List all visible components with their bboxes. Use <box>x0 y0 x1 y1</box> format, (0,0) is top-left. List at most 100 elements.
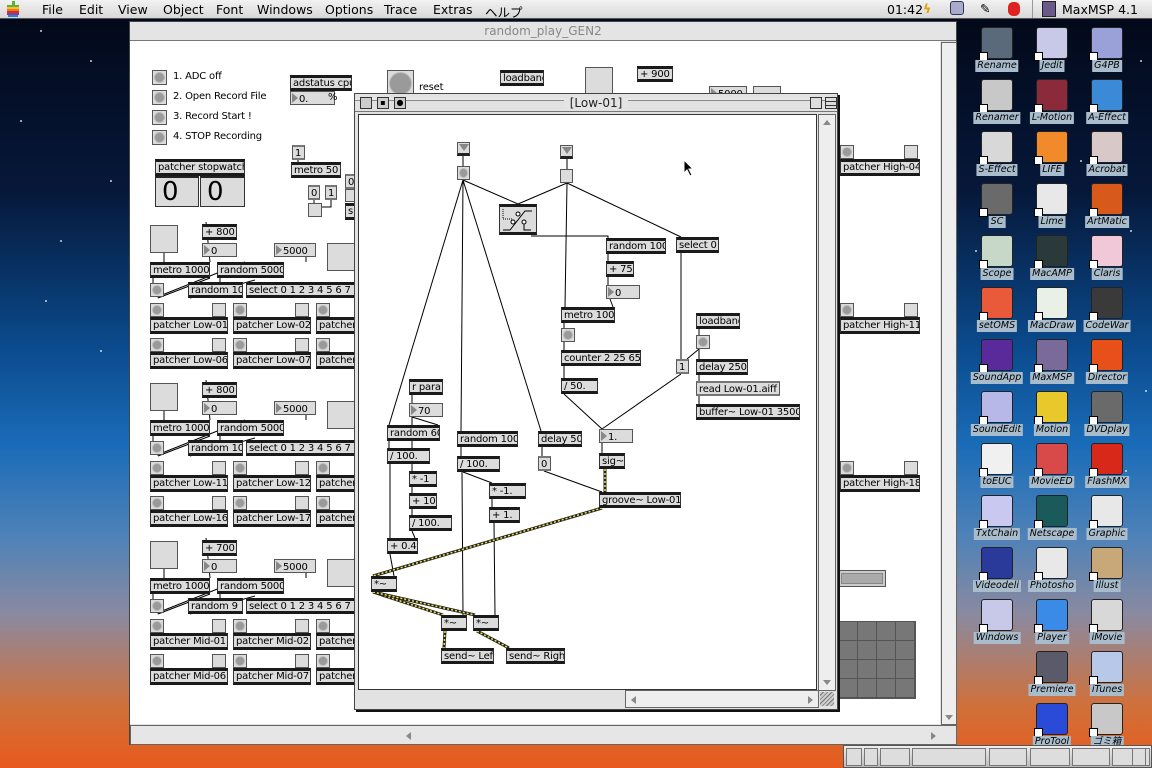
number-box[interactable]: 0 <box>202 559 237 573</box>
patcher-bang[interactable] <box>316 303 330 317</box>
energy-saver-control[interactable] <box>912 748 986 766</box>
desktop-icon-label[interactable]: Graphic <box>1086 528 1128 540</box>
main-horizontal-scrollbar[interactable] <box>130 725 957 745</box>
patch-cord[interactable] <box>461 471 464 616</box>
patcher-object[interactable]: patcher Low-16 <box>150 510 228 527</box>
desktop-icon-label[interactable]: setOMS <box>976 320 1018 332</box>
patcher-bang[interactable] <box>233 619 247 633</box>
patcher-object[interactable]: patcher Low-01 <box>150 317 228 334</box>
strip-scroll-right-icon[interactable] <box>1132 748 1146 766</box>
desktop-icon-label[interactable]: Player <box>1035 632 1069 644</box>
plus-object[interactable]: + 800 <box>202 382 237 398</box>
metro-object[interactable]: metro 1000 <box>150 578 210 594</box>
app-icon[interactable] <box>1034 495 1068 529</box>
multiply-minus-1-object[interactable]: * -1. <box>489 483 526 499</box>
desktop-icon-label[interactable]: MovieED <box>1029 476 1075 488</box>
desktop-icon-label[interactable]: Renamer <box>973 112 1021 124</box>
app-icon[interactable] <box>1034 131 1068 165</box>
menu-clock[interactable]: 01:42 <box>887 2 923 17</box>
stopwatch-minutes[interactable]: 0 <box>155 176 199 207</box>
app-icon[interactable] <box>1034 703 1068 737</box>
toggle[interactable] <box>308 203 322 217</box>
zoom-box-icon[interactable] <box>810 97 822 109</box>
scroll-right-icon[interactable] <box>808 696 813 704</box>
select-object[interactable]: select 0 1 2 3 4 5 6 7 8 <box>246 598 358 614</box>
app-icon[interactable] <box>979 339 1013 373</box>
control-icon[interactable] <box>950 1 964 15</box>
adstatus-cpu-object[interactable]: adstatus cpu <box>290 75 352 91</box>
desktop-icon-label[interactable]: Jedit <box>1039 60 1065 72</box>
bang-button[interactable] <box>561 328 575 342</box>
desktop-icon-label[interactable]: Claris <box>1091 268 1123 280</box>
desktop-icon-label[interactable]: SoundApp <box>970 372 1024 384</box>
select-0-object[interactable]: select 0 <box>676 237 719 253</box>
patcher-bang[interactable] <box>233 654 247 668</box>
patcher-bang[interactable] <box>233 496 247 510</box>
patcher-object[interactable]: patcher Low-07 <box>233 352 311 369</box>
divide-100-object[interactable]: / 100. <box>457 456 500 472</box>
app-icon[interactable] <box>1089 27 1123 61</box>
select-object[interactable]: select 0 1 2 3 4 5 6 7 8 <box>246 440 358 456</box>
number-box[interactable]: 5000 <box>274 559 316 573</box>
desktop-icon-label[interactable]: Photosho <box>1028 580 1076 592</box>
counter-object[interactable]: counter 2 25 65 <box>561 350 641 366</box>
menu-help[interactable]: ヘルプ <box>485 2 523 21</box>
multiply-minus-1-object[interactable]: * -1 <box>409 471 437 487</box>
desktop-icon-label[interactable]: Premiere <box>1028 684 1076 696</box>
app-icon[interactable] <box>1089 183 1123 217</box>
patcher-object[interactable]: patcher Low-02 <box>233 317 311 334</box>
app-icon[interactable] <box>979 27 1013 61</box>
menu-view[interactable]: View <box>118 2 148 17</box>
patcher-stopwatch[interactable]: patcher stopwatch <box>155 159 245 176</box>
app-icon[interactable] <box>1034 391 1068 425</box>
strip-scroll-left-icon[interactable] <box>864 748 878 766</box>
desktop-icon-label[interactable]: iMovie <box>1089 632 1125 644</box>
desktop-icon-label[interactable]: Director <box>1085 372 1129 384</box>
plus-0-4-object[interactable]: + 0.4 <box>387 538 418 554</box>
app-icon[interactable] <box>1089 287 1123 321</box>
plus-object[interactable]: + 800 <box>202 224 237 240</box>
record-step-3-button[interactable] <box>152 110 167 125</box>
metro-object[interactable]: metro 1000 <box>150 262 210 278</box>
collapse-box-icon[interactable] <box>825 97 837 109</box>
app-icon[interactable] <box>1089 495 1123 529</box>
desktop-icon-label[interactable]: Scope <box>980 268 1014 280</box>
patcher-bang[interactable] <box>150 619 164 633</box>
app-icon[interactable] <box>1089 443 1123 477</box>
message-1[interactable]: 1 <box>676 359 689 374</box>
delay-250-object[interactable]: delay 250 <box>696 359 748 375</box>
right-inlet[interactable] <box>560 145 573 159</box>
patcher-bang[interactable] <box>150 496 164 510</box>
patcher-object[interactable]: patcher Low-12 <box>233 475 311 492</box>
app-icon[interactable] <box>1034 651 1068 685</box>
app-icon[interactable] <box>1089 79 1123 113</box>
patcher-bang[interactable] <box>840 461 854 475</box>
menu-extras[interactable]: Extras <box>433 2 473 17</box>
metro-toggle[interactable] <box>150 383 178 411</box>
random-object[interactable]: random 5000 <box>217 420 284 436</box>
patcher-toggle[interactable] <box>212 338 226 352</box>
delay-50-object[interactable]: delay 50 <box>538 431 582 447</box>
patcher-bang[interactable] <box>316 496 330 510</box>
patch-cord[interactable] <box>462 179 519 205</box>
menu-font[interactable]: Font <box>216 2 243 17</box>
metro-100-object[interactable]: metro 100 <box>561 307 615 323</box>
random-small-object[interactable]: random 10 <box>188 440 243 456</box>
desktop-icon-label[interactable]: S-Effect <box>976 164 1018 176</box>
app-icon[interactable] <box>979 599 1013 633</box>
patcher-toggle[interactable] <box>212 619 226 633</box>
desktop-icon-label[interactable]: G4PB <box>1092 60 1122 72</box>
desktop-icon-label[interactable]: A-Effect <box>1086 112 1128 124</box>
patch-cord[interactable] <box>566 182 682 238</box>
left-inlet[interactable] <box>457 142 470 156</box>
subpatcher-canvas[interactable]: random 100 select 0 + 75 0 metro 100 counter … <box>358 114 817 690</box>
patch-cord[interactable] <box>686 348 700 360</box>
scroll-right-icon[interactable] <box>931 732 936 740</box>
groove-object[interactable]: groove~ Low-01 <box>599 492 681 508</box>
number-box[interactable]: 0 <box>202 243 237 257</box>
number-box[interactable]: 5000 <box>274 243 316 257</box>
app-icon[interactable] <box>1089 651 1123 685</box>
buffer-object[interactable]: buffer~ Low-01 3500 <box>696 404 800 420</box>
apple-menu-icon[interactable] <box>6 1 20 20</box>
patcher-toggle[interactable] <box>295 654 309 668</box>
